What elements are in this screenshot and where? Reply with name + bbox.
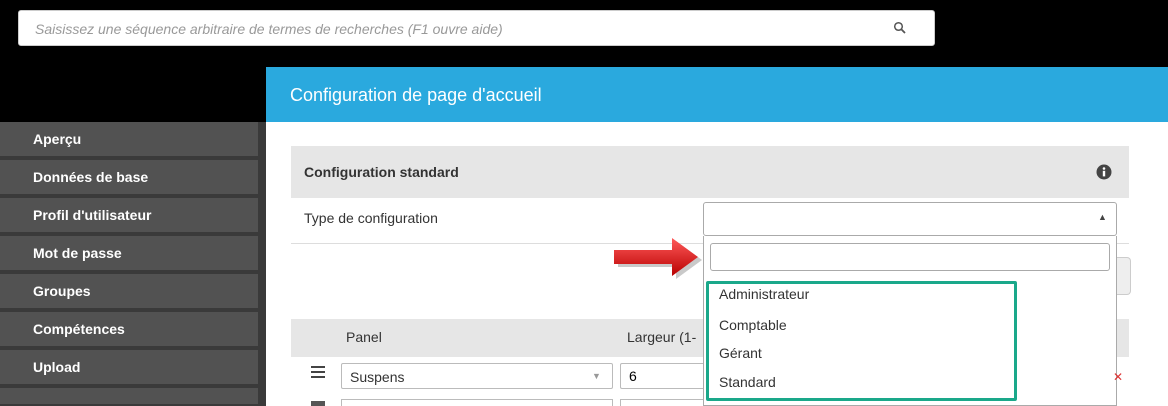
sidebar-item-donnees-de-base[interactable]: Données de base xyxy=(0,160,258,196)
info-icon[interactable] xyxy=(1096,164,1112,180)
sidebar-item-label: Données de base xyxy=(33,169,149,185)
sidebar-item-label: Profil d'utilisateur xyxy=(33,207,152,223)
sidebar-item-mot-de-passe[interactable]: Mot de passe xyxy=(0,236,258,272)
panel-header: Configuration standard xyxy=(291,146,1129,198)
sidebar-item-profil-utilisateur[interactable]: Profil d'utilisateur xyxy=(0,198,258,234)
sidebar-item-apercu[interactable]: Aperçu xyxy=(0,122,258,158)
table-header-right xyxy=(1117,319,1129,357)
options-highlight-box xyxy=(706,281,1017,401)
width-input[interactable] xyxy=(620,363,703,389)
search-input[interactable] xyxy=(35,19,895,39)
sidebar-item-groupes[interactable]: Groupes xyxy=(0,274,258,310)
panel-select-value: Suspens xyxy=(350,369,405,385)
caret-down-icon: ▼ xyxy=(592,371,601,381)
panel-select[interactable] xyxy=(341,399,613,406)
page-header: Configuration de page d'accueil xyxy=(266,67,1168,122)
sidebar-item-competences[interactable]: Compétences xyxy=(0,312,258,348)
page-title: Configuration de page d'accueil xyxy=(290,85,542,105)
sidebar-item-label: Groupes xyxy=(33,283,91,299)
sidebar-item-label: Compétences xyxy=(33,321,125,337)
search-box[interactable] xyxy=(18,10,935,46)
remove-icon[interactable]: ✕ xyxy=(1113,370,1123,384)
dropdown-search-input[interactable] xyxy=(710,243,1110,271)
width-input[interactable] xyxy=(620,399,703,406)
action-button-partial[interactable] xyxy=(1117,257,1131,295)
sidebar-item-label: Upload xyxy=(33,359,81,375)
sidebar-item-upload[interactable]: Upload xyxy=(0,350,258,386)
panel-title: Configuration standard xyxy=(304,164,459,180)
column-header-panel: Panel xyxy=(346,329,382,345)
drag-handle-icon[interactable] xyxy=(311,401,325,406)
panel-select[interactable]: Suspens ▼ xyxy=(341,363,613,389)
sidebar: Aperçu Données de base Profil d'utilisat… xyxy=(0,122,266,406)
drag-handle-icon[interactable] xyxy=(311,366,325,378)
sidebar-item-label: Mot de passe xyxy=(33,245,122,261)
search-icon[interactable] xyxy=(893,21,907,35)
red-arrow-icon xyxy=(614,238,702,279)
config-type-label: Type de configuration xyxy=(304,210,438,226)
caret-up-icon: ▲ xyxy=(1098,212,1107,222)
sidebar-item-label: Aperçu xyxy=(33,131,82,147)
sidebar-header xyxy=(0,67,266,122)
sidebar-item-partial[interactable] xyxy=(0,388,258,406)
config-type-select[interactable]: ▲ xyxy=(703,202,1117,236)
column-header-width: Largeur (1- xyxy=(627,329,697,345)
